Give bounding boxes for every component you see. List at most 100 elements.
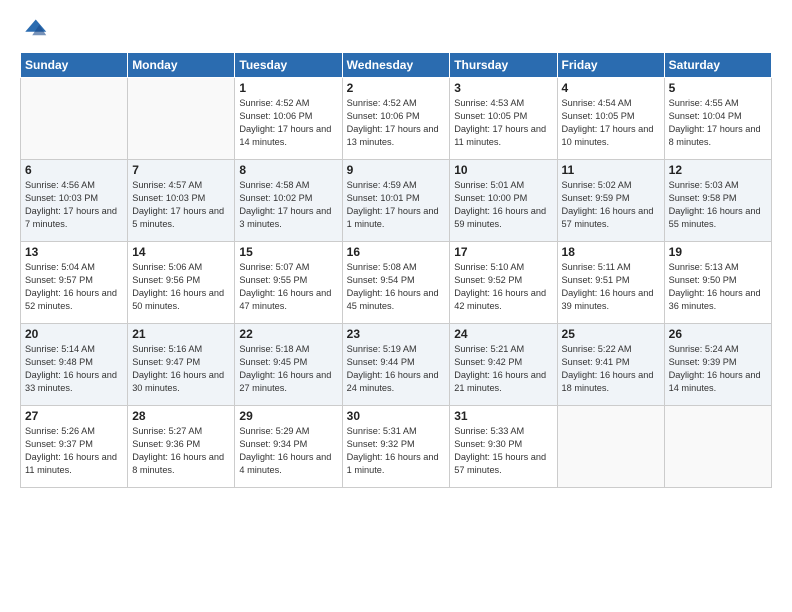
day-number: 5 <box>669 81 767 95</box>
day-cell-17: 17 Sunrise: 5:10 AMSunset: 9:52 PMDayligh… <box>450 242 557 324</box>
day-info: Sunrise: 5:01 AMSunset: 10:00 PMDaylight… <box>454 179 552 231</box>
day-number: 14 <box>132 245 230 259</box>
day-info: Sunrise: 5:08 AMSunset: 9:54 PMDaylight:… <box>347 261 446 313</box>
day-cell-1: 1Sunrise: 4:52 AMSunset: 10:06 PMDayligh… <box>235 78 342 160</box>
day-number: 31 <box>454 409 552 423</box>
week-row-4: 20Sunrise: 5:14 AMSunset: 9:48 PMDayligh… <box>21 324 772 406</box>
day-cell-23: 23 Sunrise: 5:19 AMSunset: 9:44 PMDayligh… <box>342 324 450 406</box>
day-cell-20: 20Sunrise: 5:14 AMSunset: 9:48 PMDayligh… <box>21 324 128 406</box>
day-number: 8 <box>239 163 337 177</box>
week-row-2: 6 Sunrise: 4:56 AMSunset: 10:03 PMDayligh… <box>21 160 772 242</box>
day-number: 19 <box>669 245 767 259</box>
day-info: Sunrise: 4:55 AMSunset: 10:04 PMDaylight… <box>669 97 767 149</box>
day-number: 24 <box>454 327 552 341</box>
day-number: 7 <box>132 163 230 177</box>
day-number: 26 <box>669 327 767 341</box>
day-cell-8: 8 Sunrise: 4:58 AMSunset: 10:02 PMDayligh… <box>235 160 342 242</box>
calendar-table: SundayMondayTuesdayWednesdayThursdayFrid… <box>20 52 772 488</box>
day-number: 23 <box>347 327 446 341</box>
week-row-3: 13Sunrise: 5:04 AMSunset: 9:57 PMDayligh… <box>21 242 772 324</box>
day-info: Sunrise: 5:06 AMSunset: 9:56 PMDaylight:… <box>132 261 230 313</box>
day-number: 17 <box>454 245 552 259</box>
day-cell-5: 5 Sunrise: 4:55 AMSunset: 10:04 PMDayligh… <box>664 78 771 160</box>
day-info: Sunrise: 5:13 AMSunset: 9:50 PMDaylight:… <box>669 261 767 313</box>
day-cell-16: 16 Sunrise: 5:08 AMSunset: 9:54 PMDayligh… <box>342 242 450 324</box>
empty-cell <box>128 78 235 160</box>
day-cell-21: 21 Sunrise: 5:16 AMSunset: 9:47 PMDayligh… <box>128 324 235 406</box>
day-cell-2: 2 Sunrise: 4:52 AMSunset: 10:06 PMDayligh… <box>342 78 450 160</box>
day-cell-18: 18 Sunrise: 5:11 AMSunset: 9:51 PMDayligh… <box>557 242 664 324</box>
day-info: Sunrise: 5:02 AMSunset: 9:59 PMDaylight:… <box>562 179 660 231</box>
day-number: 12 <box>669 163 767 177</box>
day-number: 3 <box>454 81 552 95</box>
day-info: Sunrise: 5:19 AMSunset: 9:44 PMDaylight:… <box>347 343 446 395</box>
day-info: Sunrise: 4:56 AMSunset: 10:03 PMDaylight… <box>25 179 123 231</box>
day-number: 6 <box>25 163 123 177</box>
week-row-5: 27 Sunrise: 5:26 AMSunset: 9:37 PMDayligh… <box>21 406 772 488</box>
day-number: 21 <box>132 327 230 341</box>
empty-cell <box>21 78 128 160</box>
logo-icon <box>20 16 48 44</box>
day-number: 16 <box>347 245 446 259</box>
day-number: 18 <box>562 245 660 259</box>
day-cell-26: 26 Sunrise: 5:24 AMSunset: 9:39 PMDayligh… <box>664 324 771 406</box>
day-cell-31: 31 Sunrise: 5:33 AMSunset: 9:30 PMDayligh… <box>450 406 557 488</box>
day-number: 29 <box>239 409 337 423</box>
weekday-tuesday: Tuesday <box>235 53 342 78</box>
day-info: Sunrise: 5:18 AMSunset: 9:45 PMDaylight:… <box>239 343 337 395</box>
day-info: Sunrise: 5:04 AMSunset: 9:57 PMDaylight:… <box>25 261 123 313</box>
day-cell-13: 13Sunrise: 5:04 AMSunset: 9:57 PMDayligh… <box>21 242 128 324</box>
day-number: 15 <box>239 245 337 259</box>
day-info: Sunrise: 5:24 AMSunset: 9:39 PMDaylight:… <box>669 343 767 395</box>
empty-cell <box>557 406 664 488</box>
day-info: Sunrise: 5:27 AMSunset: 9:36 PMDaylight:… <box>132 425 230 477</box>
day-number: 11 <box>562 163 660 177</box>
day-number: 2 <box>347 81 446 95</box>
weekday-header-row: SundayMondayTuesdayWednesdayThursdayFrid… <box>21 53 772 78</box>
day-cell-10: 10 Sunrise: 5:01 AMSunset: 10:00 PMDaylig… <box>450 160 557 242</box>
weekday-saturday: Saturday <box>664 53 771 78</box>
day-cell-24: 24 Sunrise: 5:21 AMSunset: 9:42 PMDayligh… <box>450 324 557 406</box>
day-number: 27 <box>25 409 123 423</box>
day-info: Sunrise: 5:29 AMSunset: 9:34 PMDaylight:… <box>239 425 337 477</box>
day-info: Sunrise: 5:22 AMSunset: 9:41 PMDaylight:… <box>562 343 660 395</box>
day-info: Sunrise: 5:31 AMSunset: 9:32 PMDaylight:… <box>347 425 446 477</box>
header <box>20 16 772 44</box>
day-cell-9: 9Sunrise: 4:59 AMSunset: 10:01 PMDayligh… <box>342 160 450 242</box>
day-cell-3: 3 Sunrise: 4:53 AMSunset: 10:05 PMDayligh… <box>450 78 557 160</box>
day-info: Sunrise: 5:10 AMSunset: 9:52 PMDaylight:… <box>454 261 552 313</box>
day-cell-6: 6 Sunrise: 4:56 AMSunset: 10:03 PMDayligh… <box>21 160 128 242</box>
day-info: Sunrise: 4:53 AMSunset: 10:05 PMDaylight… <box>454 97 552 149</box>
day-info: Sunrise: 5:07 AMSunset: 9:55 PMDaylight:… <box>239 261 337 313</box>
weekday-wednesday: Wednesday <box>342 53 450 78</box>
day-cell-28: 28 Sunrise: 5:27 AMSunset: 9:36 PMDayligh… <box>128 406 235 488</box>
day-cell-22: 22 Sunrise: 5:18 AMSunset: 9:45 PMDayligh… <box>235 324 342 406</box>
week-row-1: 1Sunrise: 4:52 AMSunset: 10:06 PMDayligh… <box>21 78 772 160</box>
day-info: Sunrise: 5:26 AMSunset: 9:37 PMDaylight:… <box>25 425 123 477</box>
day-cell-29: 29 Sunrise: 5:29 AMSunset: 9:34 PMDayligh… <box>235 406 342 488</box>
day-info: Sunrise: 4:54 AMSunset: 10:05 PMDaylight… <box>562 97 660 149</box>
day-number: 10 <box>454 163 552 177</box>
weekday-sunday: Sunday <box>21 53 128 78</box>
weekday-thursday: Thursday <box>450 53 557 78</box>
day-info: Sunrise: 5:11 AMSunset: 9:51 PMDaylight:… <box>562 261 660 313</box>
day-number: 20 <box>25 327 123 341</box>
day-info: Sunrise: 4:58 AMSunset: 10:02 PMDaylight… <box>239 179 337 231</box>
day-number: 28 <box>132 409 230 423</box>
day-info: Sunrise: 5:16 AMSunset: 9:47 PMDaylight:… <box>132 343 230 395</box>
day-number: 30 <box>347 409 446 423</box>
day-number: 4 <box>562 81 660 95</box>
day-info: Sunrise: 5:33 AMSunset: 9:30 PMDaylight:… <box>454 425 552 477</box>
day-cell-15: 15 Sunrise: 5:07 AMSunset: 9:55 PMDayligh… <box>235 242 342 324</box>
day-cell-30: 30 Sunrise: 5:31 AMSunset: 9:32 PMDayligh… <box>342 406 450 488</box>
day-number: 9 <box>347 163 446 177</box>
weekday-monday: Monday <box>128 53 235 78</box>
day-number: 25 <box>562 327 660 341</box>
day-cell-14: 14 Sunrise: 5:06 AMSunset: 9:56 PMDayligh… <box>128 242 235 324</box>
day-info: Sunrise: 5:21 AMSunset: 9:42 PMDaylight:… <box>454 343 552 395</box>
empty-cell <box>664 406 771 488</box>
day-info: Sunrise: 4:52 AMSunset: 10:06 PMDaylight… <box>347 97 446 149</box>
logo <box>20 16 52 44</box>
day-number: 22 <box>239 327 337 341</box>
page: SundayMondayTuesdayWednesdayThursdayFrid… <box>0 0 792 612</box>
